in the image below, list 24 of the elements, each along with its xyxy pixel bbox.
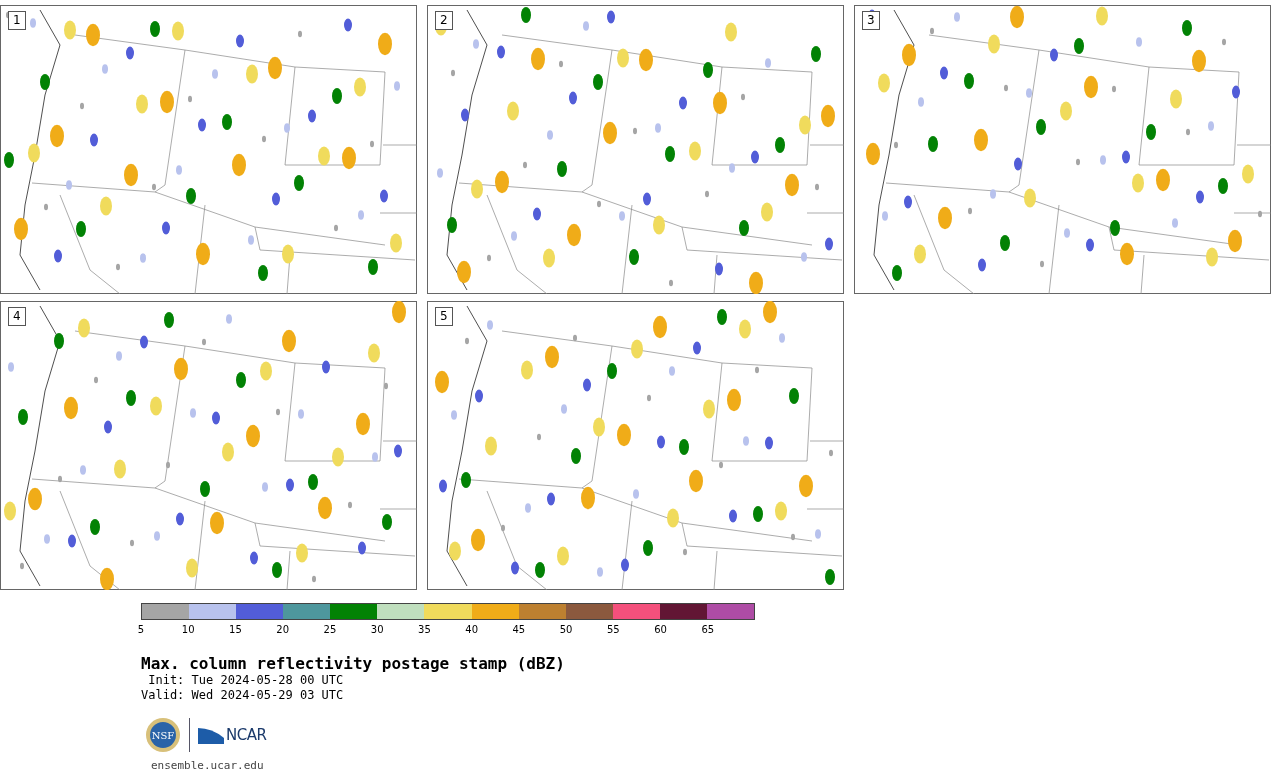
tick-label: 30: [370, 624, 384, 635]
tick-label: 10: [181, 624, 195, 635]
panel-number: 1: [8, 11, 26, 30]
tick-label: 15: [229, 624, 242, 635]
panel-number: 3: [862, 11, 880, 30]
tick-label: 5: [137, 624, 145, 635]
tick-label: 20: [276, 624, 290, 635]
tick-label: 50: [559, 624, 573, 635]
panel-number: 5: [435, 307, 453, 326]
chart-title: Max. column reflectivity postage stamp (dBZ): [141, 654, 566, 673]
tick-label: 60: [654, 624, 667, 635]
nsf-logo: NSF: [145, 717, 181, 753]
valid-time: Valid: Wed 2024-05-29 03 UTC: [141, 688, 345, 703]
panel-number: 4: [8, 307, 26, 326]
tick-label: 35: [418, 624, 431, 635]
tick-label: 40: [465, 624, 478, 635]
site-url: ensemble.ucar.edu: [151, 759, 265, 772]
panel-number: 2: [435, 11, 453, 30]
tick-label: 45: [512, 624, 526, 635]
tick-label: 65: [701, 624, 715, 635]
ncar-logo: NCAR: [198, 726, 267, 744]
tick-label: 25: [323, 624, 337, 635]
tick-label: 55: [607, 624, 620, 635]
init-time: Init: Tue 2024-05-28 00 UTC: [147, 673, 345, 688]
